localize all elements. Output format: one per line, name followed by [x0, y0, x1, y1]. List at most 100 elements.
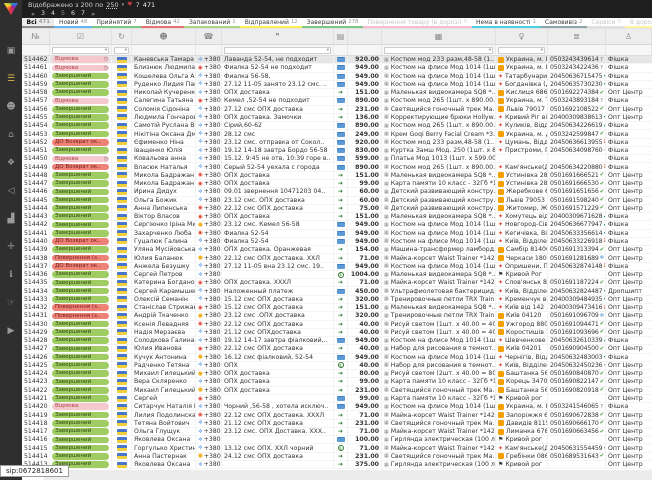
- client-phone[interactable]: ●+380..: [196, 387, 222, 394]
- client-phone[interactable]: ◉+380..: [196, 395, 222, 402]
- store-icon[interactable]: ⌂: [0, 121, 22, 149]
- order-row[interactable]: 514436ЗавершенийСергей Петров✲+380..$100…: [22, 271, 652, 279]
- order-row[interactable]: 514435ЗавершенийКатерина Богданова◉+380.…: [22, 279, 652, 287]
- ttn-column-icon[interactable]: ≣: [548, 29, 606, 44]
- ttn-cell[interactable]: 20400309671628✔: [548, 213, 606, 220]
- ttn-cell[interactable]: 0501691093696✔: [548, 329, 606, 336]
- filter-dropdown[interactable]: ▾: [114, 47, 129, 54]
- ttn-cell[interactable]: [548, 461, 606, 468]
- order-row[interactable]: 514454ЗавершенийСамотій Руслана Во..✲+38…: [22, 122, 652, 130]
- order-row[interactable]: 514424ЗавершенийМихаил Гилецький●+380..О…: [22, 370, 652, 378]
- order-row[interactable]: 514450Відмова◷Ковальова анна✲+380..15.12…: [22, 155, 652, 163]
- filter-dropdown[interactable]: ▾: [384, 47, 493, 54]
- tab-Відправлений[interactable]: Відправлений12: [240, 18, 302, 28]
- order-row[interactable]: 514420ВідмоваСитарчук Наталія Гр..✲+380.…: [22, 403, 652, 411]
- order-row[interactable]: 514417ЗавершенийОльга Глущук✲+380..23.12…: [22, 428, 652, 436]
- payment-column-icon[interactable]: ▤: [334, 29, 348, 44]
- order-row[interactable]: 514441ЗавершенийЗахарченко Люба◉+380..Фи…: [22, 230, 652, 238]
- order-row[interactable]: 514451ЗавершенийІващенко Юлія✲+380..19.1…: [22, 147, 652, 155]
- product-column-icon[interactable]: ▦: [382, 29, 496, 44]
- order-row[interactable]: 514418ЗавершенийТетяна Войтович✲+380..21…: [22, 420, 652, 428]
- order-row[interactable]: 514442ЗавершенийСергіюнко Іріна Ми..●+38…: [22, 221, 652, 229]
- page-number[interactable]: 3: [41, 10, 45, 17]
- order-row[interactable]: 514443ЗавершенийВіктор Власов◉+380..ОПХ …: [22, 213, 652, 221]
- last-page-icon[interactable]: »: [91, 10, 95, 18]
- video-icon[interactable]: ▶: [0, 317, 22, 345]
- order-row[interactable]: 514457ВідмоваСалегина Татьяна С..◉+380..…: [22, 97, 652, 105]
- filter-dropdown[interactable]: ▾: [52, 47, 109, 54]
- client-phone[interactable]: ✲+380..: [196, 147, 222, 154]
- client-phone[interactable]: ✲+380..: [196, 73, 222, 80]
- order-row[interactable]: 514459ЗавершенийРуденко Лидия Пав..✲+380…: [22, 81, 652, 89]
- manager-column-icon[interactable]: ♙: [606, 29, 652, 44]
- ttn-cell[interactable]: 0501690672838✔: [548, 411, 606, 418]
- page-number[interactable]: 6: [71, 10, 75, 17]
- client-phone[interactable]: ◉+380..: [196, 97, 222, 104]
- client-phone[interactable]: ●+380..: [196, 312, 222, 319]
- client-phone[interactable]: ●+380..: [196, 354, 222, 361]
- price-column-icon[interactable]: [348, 29, 382, 44]
- app-logo[interactable]: [4, 3, 19, 15]
- stats-icon[interactable]: ▟: [0, 205, 22, 233]
- order-row[interactable]: 514414ЗавершенийАнна Пастернак●+380..24.…: [22, 453, 652, 461]
- ttn-cell[interactable]: 0501691666530✔: [548, 180, 606, 187]
- ttn-cell[interactable]: 0501691598240✔: [548, 197, 606, 204]
- client-phone[interactable]: ◉+380..: [196, 321, 222, 328]
- orders-icon[interactable]: ☰: [0, 65, 22, 93]
- client-phone[interactable]: ●+380..: [196, 370, 222, 377]
- client-phone[interactable]: ✲+380..: [196, 238, 222, 245]
- ttn-cell[interactable]: 20450632874148✘: [548, 263, 606, 270]
- client-phone[interactable]: ✲+380..: [196, 188, 222, 195]
- comment-column-icon[interactable]: ❞: [222, 29, 334, 44]
- page-number[interactable]: 7: [81, 10, 85, 17]
- client-phone[interactable]: ✲+380..: [196, 155, 222, 162]
- order-row[interactable]: 514416ЗавершенийЯковлева Оксана✲+380..10…: [22, 436, 652, 444]
- tag-icon[interactable]: ❖: [0, 149, 22, 177]
- status-column-icon[interactable]: ☑: [50, 29, 112, 44]
- client-phone[interactable]: ✲+380..: [196, 139, 222, 146]
- client-phone[interactable]: ✲+380..: [196, 436, 222, 443]
- ttn-cell[interactable]: 0501690663456✔: [548, 428, 606, 435]
- ttn-cell[interactable]: 0501691651656✔: [548, 188, 606, 195]
- order-row[interactable]: 514458ЗавершенийНиколай Кучеренко✲+380..…: [22, 89, 652, 97]
- client-phone[interactable]: ●+380..: [196, 254, 222, 261]
- order-row[interactable]: 514447ЗавершенийМикола Бадражан◉+380..ОП…: [22, 180, 652, 188]
- settings-icon[interactable]: ✛: [0, 233, 22, 261]
- ttn-cell[interactable]: 20400309473416✘: [548, 304, 606, 311]
- order-row[interactable]: 514429ЗавершенийНадія Мерзаєва✲+380..21.…: [22, 329, 652, 337]
- order-row[interactable]: 514425ЗавершенийРадченко Тетяна✲+380..ОП…: [22, 362, 652, 370]
- order-row[interactable]: 514444ЗавершенийАнна Липенська◉+380..22.…: [22, 205, 652, 213]
- info-icon[interactable]: ℹ: [0, 261, 22, 289]
- order-row[interactable]: 514439ЗавершенийУляна Мусійовська✲+380..…: [22, 246, 652, 254]
- ttn-cell[interactable]: 20450632483003✔: [548, 354, 606, 361]
- order-row[interactable]: 514456ЗавершенийСоломія Сідоніна✲+380..2…: [22, 106, 652, 114]
- ttn-cell[interactable]: 20450634098760➜: [548, 147, 606, 154]
- client-phone[interactable]: ✲+380..: [196, 130, 222, 137]
- order-row[interactable]: 514432Повернення (з..Станіслав Стрижак◉+…: [22, 304, 652, 312]
- client-phone[interactable]: ✲+380..: [196, 362, 222, 369]
- ttn-cell[interactable]: 0503242599847✔: [548, 130, 606, 137]
- ttn-cell[interactable]: 0501691187224✔: [548, 279, 606, 286]
- ttn-cell[interactable]: 20450633226918✘: [548, 238, 606, 245]
- page-number[interactable]: 5: [61, 10, 65, 17]
- ttn-cell[interactable]: 0503243422436?: [548, 64, 606, 71]
- order-row[interactable]: 514445ЗавершенийОльга Божик✲+380..23.12 …: [22, 197, 652, 205]
- client-phone[interactable]: ✲+380..: [196, 287, 222, 294]
- client-phone[interactable]: ◉+380..: [196, 230, 222, 237]
- order-row[interactable]: 514415ЗавершенийГоргулько Христина..✲+38…: [22, 444, 652, 452]
- client-column-icon[interactable]: ☻: [132, 29, 196, 44]
- order-row[interactable]: 514421ЗавершенийСергей◉+380..99.00▦Карта…: [22, 395, 652, 403]
- tab-Всі[interactable]: Всі471: [22, 18, 54, 28]
- ttn-cell[interactable]: 20450634226619✔: [548, 122, 606, 129]
- order-row[interactable]: 514446ЗавершенийИрина Дидух✲+380..09.01 …: [22, 188, 652, 196]
- client-phone[interactable]: ✲+380..: [196, 122, 222, 129]
- client-phone[interactable]: ✲+380..: [196, 329, 222, 336]
- ttn-cell[interactable]: 0501690820918✔: [548, 387, 606, 394]
- order-row[interactable]: 514434ЗавершенийСергей Карамышев✲+380..Н…: [22, 287, 652, 295]
- support-icon[interactable]: ☞: [0, 289, 22, 317]
- ttn-cell[interactable]: 20450631554459✔: [548, 444, 606, 451]
- order-row[interactable]: 514448ЗавершенийМикола Бадражан◉+380..ОП…: [22, 172, 652, 180]
- client-phone[interactable]: ●+380..: [196, 221, 222, 228]
- tab-Нема в наявності[interactable]: Нема в наявності1: [472, 18, 541, 28]
- order-row[interactable]: 514440ДО Возврат ок..Гуцалюк Галина✲+380…: [22, 238, 652, 246]
